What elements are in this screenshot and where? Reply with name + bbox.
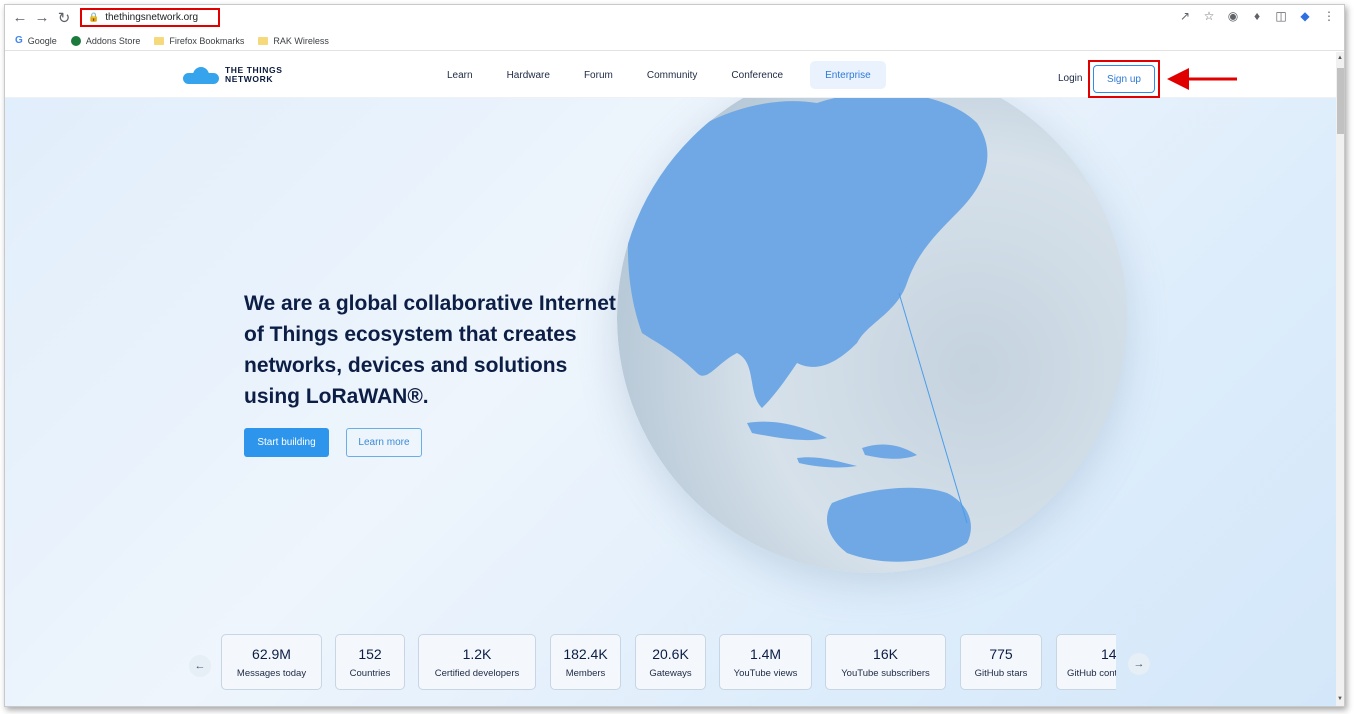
security-extension-icon[interactable]: ◆ bbox=[1298, 9, 1312, 23]
stat-label: GitHub stars bbox=[974, 667, 1028, 679]
browser-window: ← → ↻ 🔒 thethingsnetwork.org ↗ ☆ ◉ ♦ ◫ ◆… bbox=[4, 4, 1345, 707]
logo-text: THE THINGS NETWORK bbox=[225, 66, 282, 84]
bookmarks-bar: G Google Addons Store Firefox Bookmarks … bbox=[5, 31, 1344, 51]
toolbar-actions: ↗ ☆ ◉ ♦ ◫ ◆ ⋮ bbox=[1178, 9, 1336, 23]
stat-label: YouTube views bbox=[733, 667, 798, 679]
stat-value: 1.2K bbox=[462, 645, 492, 662]
scroll-down-icon[interactable]: ▼ bbox=[1337, 696, 1343, 702]
site-logo[interactable]: THE THINGS NETWORK bbox=[183, 66, 282, 84]
signup-highlight-box: Sign up bbox=[1088, 60, 1160, 98]
stat-card: 182.4K Members bbox=[550, 634, 621, 690]
stat-label: YouTube subscribers bbox=[841, 667, 930, 679]
stat-card: 152 Countries bbox=[335, 634, 405, 690]
stat-value: 62.9M bbox=[252, 645, 291, 662]
bookmark-label: Google bbox=[27, 35, 57, 46]
menu-icon[interactable]: ⋮ bbox=[1322, 9, 1336, 23]
stat-label: GitHub contributions bbox=[1067, 667, 1116, 679]
nav-forum[interactable]: Forum bbox=[567, 61, 630, 89]
folder-icon bbox=[154, 36, 165, 45]
bookmark-label: Firefox Bookmarks bbox=[169, 35, 245, 46]
nav-learn[interactable]: Learn bbox=[430, 61, 490, 89]
share-icon[interactable]: ↗ bbox=[1178, 9, 1192, 23]
nav-hardware[interactable]: Hardware bbox=[490, 61, 567, 89]
page-scrollbar[interactable]: ▲ ▼ bbox=[1336, 52, 1344, 706]
addons-store-icon bbox=[70, 35, 81, 46]
nav-enterprise[interactable]: Enterprise bbox=[810, 61, 886, 89]
hero-section: We are a global collaborative Internet o… bbox=[5, 98, 1336, 706]
back-icon[interactable]: ← bbox=[9, 7, 31, 29]
stat-card: 62.9M Messages today bbox=[221, 634, 322, 690]
extension-shield-icon[interactable]: ◉ bbox=[1226, 9, 1240, 23]
address-bar-url: thethingsnetwork.org bbox=[105, 12, 199, 23]
bookmark-rak-wireless[interactable]: RAK Wireless bbox=[258, 36, 329, 46]
login-link[interactable]: Login bbox=[1058, 73, 1082, 84]
nav-community[interactable]: Community bbox=[630, 61, 715, 89]
browser-toolbar: ← → ↻ 🔒 thethingsnetwork.org ↗ ☆ ◉ ♦ ◫ ◆… bbox=[5, 5, 1344, 30]
address-bar[interactable]: 🔒 thethingsnetwork.org bbox=[80, 8, 220, 27]
annotation-arrow-icon bbox=[1167, 68, 1237, 90]
bookmark-label: RAK Wireless bbox=[273, 35, 329, 46]
learn-more-button[interactable]: Learn more bbox=[346, 428, 422, 457]
bookmark-google[interactable]: G Google bbox=[15, 35, 57, 46]
bookmark-firefox-bookmarks[interactable]: Firefox Bookmarks bbox=[154, 36, 244, 46]
lock-icon: 🔒 bbox=[88, 12, 100, 22]
carousel-next-icon[interactable]: → bbox=[1128, 653, 1150, 675]
stat-value: 182.4K bbox=[563, 645, 608, 662]
stat-card: 775 GitHub stars bbox=[960, 634, 1042, 690]
stat-value: 16K bbox=[873, 645, 898, 662]
logo-line-2: NETWORK bbox=[225, 74, 274, 84]
forward-icon[interactable]: → bbox=[31, 7, 53, 29]
main-nav: Learn Hardware Forum Community Conferenc… bbox=[430, 61, 886, 89]
stat-value: 152 bbox=[358, 645, 382, 662]
scrollbar-thumb[interactable] bbox=[1337, 68, 1344, 134]
start-building-button[interactable]: Start building bbox=[244, 428, 329, 457]
stat-value: 20.6K bbox=[652, 645, 689, 662]
cloud-logo-icon bbox=[183, 66, 219, 84]
stat-label: Gateways bbox=[649, 667, 692, 679]
nav-conference[interactable]: Conference bbox=[714, 61, 800, 89]
side-panel-icon[interactable]: ◫ bbox=[1274, 9, 1288, 23]
stat-card: 14.8K GitHub contributions bbox=[1056, 634, 1116, 690]
signup-button[interactable]: Sign up bbox=[1093, 65, 1155, 93]
bookmark-label: Addons Store bbox=[85, 35, 141, 46]
stat-value: 775 bbox=[989, 645, 1013, 662]
stat-card: 1.2K Certified developers bbox=[418, 634, 536, 690]
stat-label: Certified developers bbox=[434, 667, 520, 679]
google-icon: G bbox=[15, 35, 23, 46]
reload-icon[interactable]: ↻ bbox=[53, 7, 75, 29]
hero-headline: We are a global collaborative Internet o… bbox=[244, 292, 616, 408]
stat-value: 14.8K bbox=[1101, 645, 1116, 662]
puzzle-icon[interactable]: ♦ bbox=[1250, 9, 1264, 23]
stat-card: 20.6K Gateways bbox=[635, 634, 706, 690]
carousel-prev-icon[interactable]: ← bbox=[189, 655, 211, 677]
scroll-up-icon[interactable]: ▲ bbox=[1337, 55, 1343, 61]
stat-label: Messages today bbox=[236, 667, 307, 679]
stats-carousel: 62.9M Messages today 152 Countries 1.2K … bbox=[221, 634, 1116, 692]
stat-value: 1.4M bbox=[749, 645, 782, 662]
star-icon[interactable]: ☆ bbox=[1202, 9, 1216, 23]
stat-card: 1.4M YouTube views bbox=[719, 634, 812, 690]
globe-illustration bbox=[617, 98, 1127, 573]
site-header: THE THINGS NETWORK Learn Hardware Forum … bbox=[5, 52, 1336, 98]
stat-card: 16K YouTube subscribers bbox=[825, 634, 946, 690]
folder-icon bbox=[258, 36, 269, 45]
stat-label: Members bbox=[565, 667, 606, 679]
stat-label: Countries bbox=[349, 667, 391, 679]
bookmark-addons-store[interactable]: Addons Store bbox=[70, 35, 141, 46]
